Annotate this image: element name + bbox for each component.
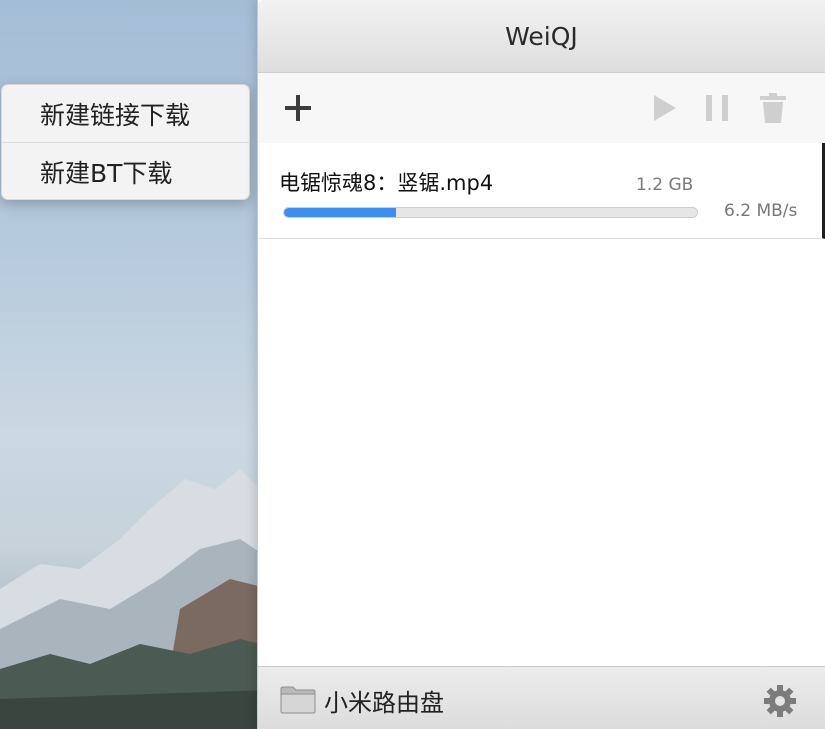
download-row[interactable]: 电锯惊魂8：竖锯.mp4 1.2 GB 6.2 MB/s <box>258 143 825 239</box>
mountain-wallpaper-image <box>0 469 300 729</box>
gear-icon[interactable] <box>763 684 797 718</box>
download-filename: 电锯惊魂8：竖锯.mp4 <box>279 171 494 195</box>
folder-icon[interactable] <box>280 684 316 714</box>
window-titlebar[interactable]: WeiQJ <box>258 0 825 73</box>
pause-icon <box>706 95 728 121</box>
download-size: 1.2 GB <box>636 175 694 195</box>
window-title: WeiQJ <box>505 21 578 51</box>
context-menu: 新建链接下载 新建BT下载 <box>1 84 250 200</box>
menu-item-new-link-download[interactable]: 新建链接下载 <box>2 85 249 142</box>
delete-button[interactable] <box>756 73 790 143</box>
plus-icon <box>285 95 311 121</box>
play-icon <box>654 95 676 121</box>
status-footer: 小米路由盘 <box>258 666 825 729</box>
trash-icon <box>760 93 786 123</box>
app-window: WeiQJ 电锯惊魂8：竖锯.mp4 1.2 GB 6.2 MB/s 小米路由盘 <box>257 0 825 729</box>
storage-location-label[interactable]: 小米路由盘 <box>324 683 444 718</box>
toolbar <box>258 73 825 144</box>
add-button[interactable] <box>278 73 318 143</box>
download-progress-bar <box>283 207 698 218</box>
pause-button[interactable] <box>702 73 732 143</box>
download-speed: 6.2 MB/s <box>724 201 798 221</box>
download-progress-fill <box>284 208 396 217</box>
play-button[interactable] <box>650 73 680 143</box>
menu-item-new-bt-download[interactable]: 新建BT下载 <box>2 143 249 199</box>
download-list: 电锯惊魂8：竖锯.mp4 1.2 GB 6.2 MB/s <box>258 143 825 667</box>
